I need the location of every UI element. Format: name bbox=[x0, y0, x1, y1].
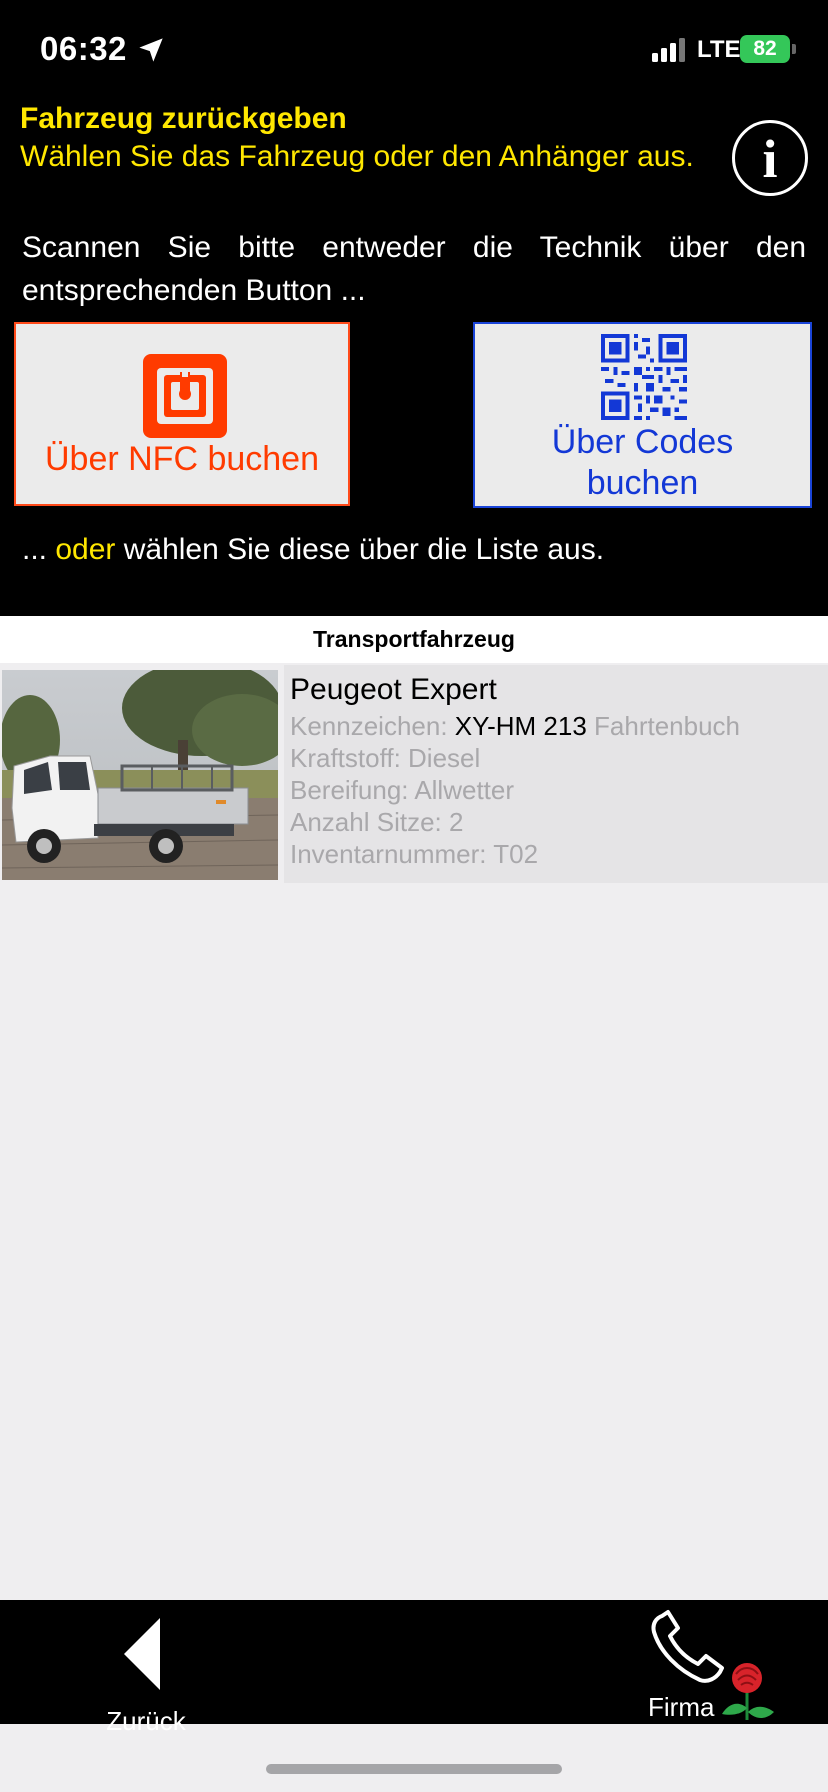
battery-level: 82 bbox=[753, 37, 777, 60]
vehicle-tires: Bereifung: Allwetter bbox=[290, 775, 515, 805]
vehicle-seats: Anzahl Sitze: 2 bbox=[290, 807, 464, 837]
nfc-booking-button[interactable]: Über NFC buchen bbox=[14, 322, 350, 506]
network-type: LTE bbox=[697, 36, 741, 63]
codes-button-label-line2: buchen bbox=[586, 464, 699, 502]
back-button-label: Zurück bbox=[106, 1706, 186, 1736]
vehicle-inventory: Inventarnummer: T02 bbox=[290, 839, 539, 869]
signal-icon bbox=[652, 38, 685, 62]
header-panel: 06:32 LTE 82 Fahrzeug zurückgeben Wählen… bbox=[0, 0, 828, 616]
plate-label: Kennzeichen: bbox=[290, 711, 448, 741]
battery-tip bbox=[792, 44, 796, 54]
vehicle-fuel: Kraftstoff: Diesel bbox=[290, 743, 481, 773]
logbook-label: Fahrtenbuch bbox=[594, 711, 741, 741]
plate-value: XY-HM 213 bbox=[454, 711, 587, 741]
vehicle-photo bbox=[2, 670, 278, 880]
vehicle-name: Peugeot Expert bbox=[290, 673, 497, 706]
battery-icon: 82 bbox=[740, 35, 790, 63]
scan-instruction: Scannen Sie bitte entweder die Technik ü… bbox=[22, 231, 806, 307]
back-arrow-icon bbox=[124, 1618, 160, 1690]
page-title: Fahrzeug zurückgeben bbox=[20, 102, 347, 135]
home-indicator[interactable] bbox=[266, 1764, 562, 1774]
info-button[interactable]: i bbox=[732, 120, 808, 196]
page-subtitle: Wählen Sie das Fahrzeug oder den Anhänge… bbox=[20, 140, 694, 173]
qr-code-icon bbox=[601, 334, 687, 420]
nfc-icon bbox=[143, 354, 227, 438]
codes-button-label-line1: Über Codes bbox=[551, 423, 734, 461]
nfc-button-label: Über NFC buchen bbox=[44, 440, 319, 478]
location-arrow-icon bbox=[139, 38, 163, 62]
info-icon: i bbox=[762, 129, 778, 189]
vehicle-details: Peugeot Expert Kennzeichen: XY-HM 213 Fa… bbox=[284, 665, 828, 883]
codes-booking-button[interactable]: Über Codes buchen bbox=[473, 322, 812, 508]
vehicle-list-item[interactable]: Peugeot Expert Kennzeichen: XY-HM 213 Fa… bbox=[0, 663, 828, 885]
status-bar: 06:32 LTE 82 bbox=[0, 0, 828, 100]
section-header: Transportfahrzeug bbox=[0, 616, 828, 663]
status-time: 06:32 bbox=[40, 30, 127, 67]
vehicle-plate-line: Kennzeichen: XY-HM 213 Fahrtenbuch bbox=[290, 711, 740, 742]
company-contact-button[interactable]: Firma bbox=[640, 1608, 790, 1722]
codes-button-label: Über Codes buchen bbox=[475, 422, 810, 504]
rose-icon bbox=[722, 1663, 774, 1720]
company-button-label: Firma bbox=[648, 1692, 715, 1722]
list-hint-suffix: wählen Sie diese über die Liste aus. bbox=[115, 533, 605, 566]
list-hint-prefix: ... bbox=[22, 533, 56, 566]
back-button[interactable]: Zurück bbox=[96, 1608, 196, 1736]
bottom-toolbar: Zurück Firma bbox=[0, 1600, 828, 1736]
list-hint-highlight: oder bbox=[55, 533, 116, 566]
list-hint: ... oder wählen Sie diese über die Liste… bbox=[22, 533, 604, 567]
